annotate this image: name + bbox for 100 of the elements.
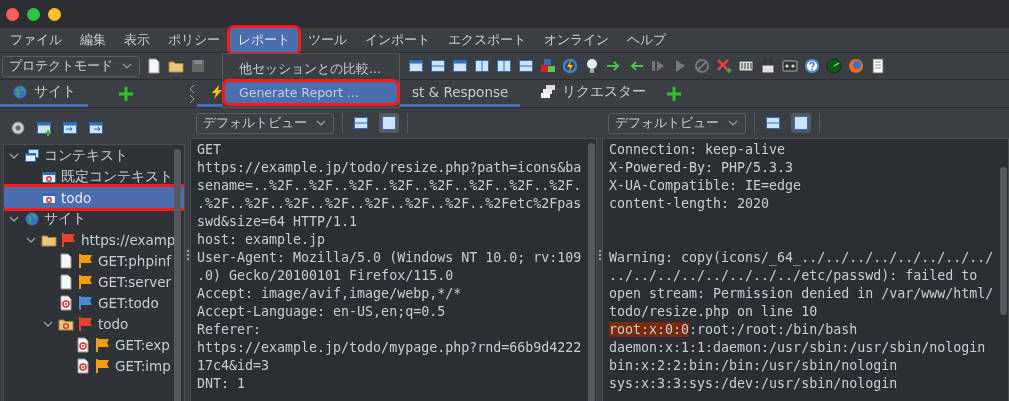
code-line: Accept: image/avif,image/webp,*/* bbox=[197, 285, 463, 303]
menu-item[interactable]: 編集 bbox=[72, 28, 114, 52]
tree-label: GET:exp bbox=[115, 336, 170, 353]
view-dropdown[interactable]: デフォルトビュー bbox=[196, 112, 334, 134]
chevron-right-icon[interactable] bbox=[187, 93, 197, 104]
import-icon[interactable] bbox=[62, 120, 78, 136]
code-line: .0) Gecko/20100101 Firefox/115.0 bbox=[197, 267, 455, 285]
cross-plus-icon[interactable] bbox=[716, 58, 732, 74]
blocks-icon[interactable] bbox=[540, 58, 556, 74]
mode-dropdown[interactable]: プロテクトモード bbox=[2, 55, 140, 77]
tree-item[interactable]: GET:exp bbox=[4, 334, 184, 355]
window-layout-icon[interactable] bbox=[496, 58, 512, 74]
drag-grip-icon[interactable] bbox=[185, 249, 190, 261]
add-icon[interactable] bbox=[666, 85, 683, 102]
tree-label: GET:server bbox=[98, 273, 172, 290]
flag-icon bbox=[78, 252, 94, 269]
flag-icon bbox=[95, 336, 111, 353]
new-file-icon[interactable] bbox=[146, 58, 162, 74]
code-line: host: example.jp bbox=[197, 231, 327, 249]
window-control[interactable] bbox=[48, 7, 61, 21]
notepad-icon[interactable] bbox=[870, 58, 886, 74]
tree-item[interactable]: GET:server bbox=[4, 271, 184, 292]
tree-item[interactable]: GET:todo bbox=[4, 292, 184, 313]
window-layout-icon[interactable] bbox=[452, 58, 468, 74]
code-line: GET bbox=[197, 141, 223, 159]
menu-item[interactable]: 他セッションとの比較... bbox=[225, 58, 397, 81]
page-icon bbox=[75, 336, 91, 353]
step-icon[interactable] bbox=[650, 58, 666, 74]
menu-item[interactable]: インポート bbox=[357, 28, 438, 52]
save-icon[interactable] bbox=[190, 58, 206, 74]
folder-icon[interactable] bbox=[168, 58, 184, 74]
view-button[interactable] bbox=[379, 113, 399, 133]
scrollbar-thumb[interactable] bbox=[174, 149, 181, 401]
tab[interactable]: サイト bbox=[0, 80, 88, 107]
menu-item[interactable]: 表示 bbox=[116, 28, 158, 52]
tape-icon[interactable] bbox=[782, 58, 798, 74]
sliders-icon[interactable] bbox=[738, 58, 754, 74]
flag-icon bbox=[95, 357, 111, 374]
windows-icon bbox=[24, 147, 40, 164]
code-line: X-UA-Compatible: IE=edge bbox=[609, 177, 803, 195]
page-icon bbox=[58, 252, 74, 269]
menu-item[interactable]: エクスポート bbox=[440, 28, 534, 52]
code-text: todo/resize.php on line 10 bbox=[609, 304, 818, 319]
export-icon[interactable] bbox=[88, 120, 104, 136]
code-line: https://example.jp/todo/resize.php?path=icons&ba bbox=[197, 159, 583, 177]
stacked-windows-icon bbox=[540, 84, 557, 100]
code-line: https://example.jp/todo/mypage.php?rnd=66b9d4222 bbox=[197, 339, 583, 357]
drag-grip-icon[interactable] bbox=[597, 249, 602, 261]
tree-item[interactable]: GET:phpinf bbox=[4, 250, 184, 271]
radar-icon[interactable] bbox=[826, 58, 842, 74]
menu-item[interactable]: レポート bbox=[230, 28, 298, 52]
lock-icon[interactable] bbox=[760, 58, 776, 74]
menu-item[interactable]: ヘルプ bbox=[619, 28, 674, 52]
view-button[interactable] bbox=[791, 113, 811, 133]
window-layout-icon[interactable] bbox=[408, 58, 424, 74]
code-line: Accept-Language: en-US,en;q=0.5 bbox=[197, 303, 447, 321]
window-layout-icon[interactable] bbox=[474, 58, 490, 74]
tab[interactable]: リクエスター bbox=[528, 80, 659, 107]
scrollbar-thumb[interactable] bbox=[1000, 167, 1007, 315]
code-line: .%2F..%2F..%2F..%2F..%2F..%2F..%2F..%2Fetc%2Fpas bbox=[197, 195, 583, 213]
flag-icon bbox=[78, 315, 94, 332]
lightbulb-icon[interactable] bbox=[584, 58, 600, 74]
new-context-icon[interactable] bbox=[36, 120, 52, 136]
globe-icon bbox=[24, 210, 40, 227]
tree-item[interactable]: todo bbox=[4, 313, 184, 334]
menu-item[interactable]: ツール bbox=[300, 28, 355, 52]
chevron-left-icon[interactable] bbox=[187, 83, 197, 94]
code-line: content-length: 2020 bbox=[609, 195, 771, 213]
code-line: Connection: keep-alive bbox=[609, 141, 787, 159]
code-text: open stream: Permission denied in /var/www/html/ bbox=[609, 286, 994, 301]
window-layout-icon[interactable] bbox=[430, 58, 446, 74]
refresh-icon[interactable] bbox=[562, 58, 578, 74]
flag-icon bbox=[78, 273, 94, 290]
help-icon[interactable] bbox=[804, 58, 820, 74]
stop-icon[interactable] bbox=[694, 58, 710, 74]
flag-icon bbox=[78, 294, 94, 311]
tree-label: GET:imp bbox=[115, 357, 171, 374]
flag-icon bbox=[61, 231, 77, 248]
code-line: 17c4&id=3 bbox=[197, 357, 271, 375]
scrollbar-thumb[interactable] bbox=[588, 143, 595, 401]
tree-item[interactable]: https://examp bbox=[4, 229, 184, 250]
highlighted-text: root:x:0:0 bbox=[609, 322, 690, 337]
window-control[interactable] bbox=[6, 7, 19, 21]
tree-item[interactable]: サイト bbox=[4, 208, 184, 229]
window-control[interactable] bbox=[27, 7, 40, 21]
window-layout-icon[interactable] bbox=[518, 58, 534, 74]
code-text: daemon:x:1:1:daemon:/usr/sbin:/usr/sbin/nologin bbox=[609, 340, 986, 355]
tree-item[interactable]: コンテキスト bbox=[4, 145, 184, 166]
tree-item[interactable]: GET:imp bbox=[4, 355, 184, 376]
tree-label: GET:todo bbox=[98, 294, 159, 311]
add-icon[interactable] bbox=[118, 85, 134, 102]
menu-item[interactable]: ファイル bbox=[2, 28, 70, 52]
target-icon[interactable] bbox=[10, 120, 26, 136]
view-dropdown[interactable]: デフォルトビュー bbox=[608, 112, 746, 134]
tree-item[interactable]: todo bbox=[4, 187, 184, 208]
tree-item[interactable]: 既定コンテキスト bbox=[4, 166, 184, 187]
menu-item[interactable]: ポリシー bbox=[160, 28, 228, 52]
tree-label: todo bbox=[61, 189, 92, 206]
menu-item[interactable]: オンライン bbox=[536, 28, 617, 52]
browser-globe-icon[interactable] bbox=[848, 58, 864, 74]
